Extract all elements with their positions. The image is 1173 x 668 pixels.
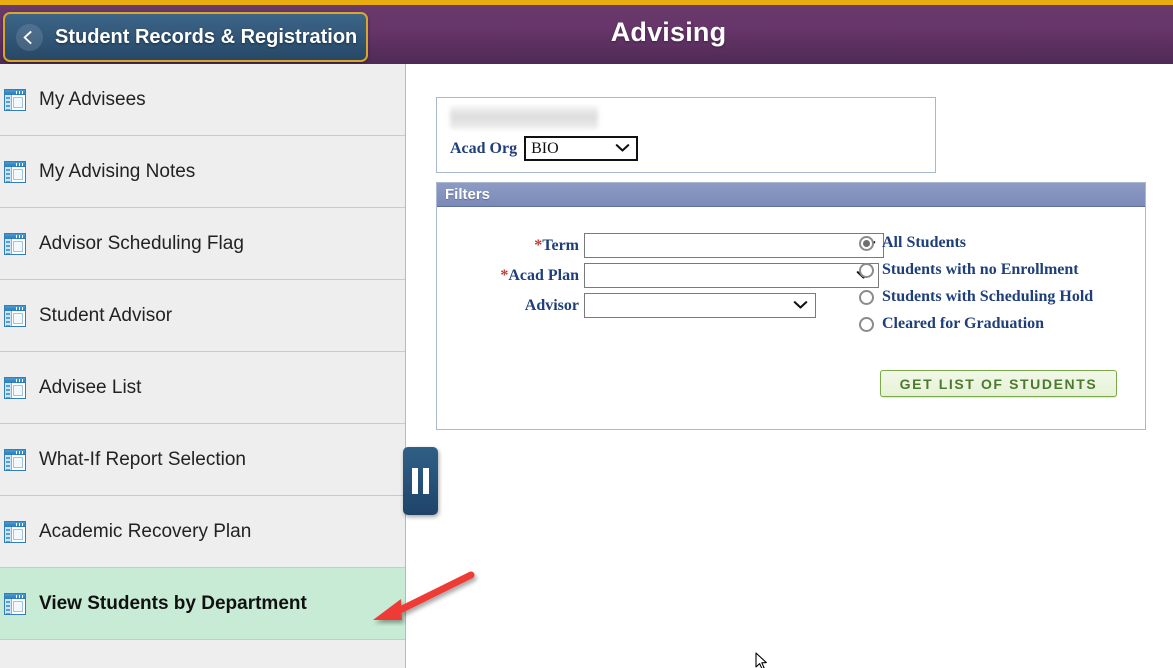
sidebar-item-view-students-by-department[interactable]: View Students by Department (0, 568, 405, 640)
student-filter-radio-group: All Students Students with no Enrollment… (859, 234, 1093, 342)
sidebar-item-what-if-report-selection[interactable]: What-If Report Selection (0, 424, 405, 496)
sidebar-item-label: My Advising Notes (39, 160, 196, 182)
radio-label: Cleared for Graduation (882, 315, 1045, 332)
acad-plan-select[interactable] (584, 263, 879, 288)
filters-panel-header: Filters (437, 183, 1145, 207)
acad-org-label: Acad Org (450, 139, 518, 157)
window-form-icon (4, 592, 26, 615)
sidebar-item-my-advisees[interactable]: My Advisees (0, 64, 405, 136)
sidebar-item-advisor-scheduling-flag[interactable]: Advisor Scheduling Flag (0, 208, 405, 280)
sidebar-item-academic-recovery-plan[interactable]: Academic Recovery Plan (0, 496, 405, 568)
term-label: *Term (534, 236, 579, 254)
advisor-field-row: Advisor (472, 293, 816, 318)
radio-students-with-scheduling-hold[interactable]: Students with Scheduling Hold (859, 288, 1093, 306)
advisor-select[interactable] (584, 293, 816, 318)
window-form-icon (4, 88, 26, 111)
acad-plan-label: *Acad Plan (500, 266, 579, 284)
window-form-icon (4, 160, 26, 183)
chevron-down-icon (793, 301, 808, 310)
radio-indicator (859, 316, 874, 332)
chevron-left-icon (16, 23, 43, 51)
sidebar-item-label: My Advisees (39, 88, 146, 110)
sidebar-item-label: Student Advisor (39, 304, 173, 326)
radio-students-with-no-enrollment[interactable]: Students with no Enrollment (859, 261, 1093, 279)
window-form-icon (4, 520, 26, 543)
acad-org-value: BIO (531, 139, 559, 157)
main-content: Acad Org BIO Filters *Term *Acad Plan Ad… (407, 64, 1173, 668)
radio-indicator (859, 289, 874, 305)
sidebar-item-label: What-If Report Selection (39, 448, 246, 470)
redacted-name-block (450, 106, 598, 129)
back-button-label: Student Records & Registration (55, 25, 358, 48)
radio-label: Students with no Enrollment (882, 261, 1079, 278)
term-select[interactable] (584, 233, 884, 258)
sidebar-item-label: Academic Recovery Plan (39, 520, 252, 542)
pause-collapse-icon[interactable] (403, 447, 438, 515)
radio-indicator (859, 235, 874, 251)
window-form-icon (4, 448, 26, 471)
filters-panel: Filters *Term *Acad Plan Advisor All Stu… (436, 182, 1146, 430)
advisor-label: Advisor (524, 296, 579, 314)
get-list-of-students-button[interactable]: GET LIST OF STUDENTS (880, 370, 1117, 397)
chevron-down-icon (615, 144, 630, 153)
sidebar-item-label: Advisor Scheduling Flag (39, 232, 244, 254)
acad-org-panel: Acad Org BIO (436, 97, 936, 173)
sidebar[interactable]: My Advisees My Advising Notes Advisor Sc… (0, 64, 406, 668)
term-field-row: *Term (484, 233, 884, 258)
mouse-pointer-icon (755, 652, 768, 668)
filters-body: *Term *Acad Plan Advisor All Students St… (437, 207, 1145, 430)
page-title-text: Advising (610, 17, 727, 47)
acad-org-select[interactable]: BIO (524, 136, 639, 161)
sidebar-item-advisee-list[interactable]: Advisee List (0, 352, 405, 424)
sidebar-item-student-advisor[interactable]: Student Advisor (0, 280, 405, 352)
app-header: Advising Student Records & Registration (0, 0, 1173, 64)
acad-plan-field-row: *Acad Plan (444, 263, 879, 288)
radio-indicator (859, 262, 874, 278)
radio-cleared-for-graduation[interactable]: Cleared for Graduation (859, 315, 1093, 333)
window-form-icon (4, 376, 26, 399)
sidebar-item-next-partial[interactable] (0, 640, 405, 663)
filters-title: Filters (445, 186, 491, 203)
sidebar-item-my-advising-notes[interactable]: My Advising Notes (0, 136, 405, 208)
sidebar-item-label: View Students by Department (39, 592, 307, 614)
red-arrow-annotation (360, 568, 480, 631)
back-button[interactable]: Student Records & Registration (3, 12, 368, 62)
sidebar-item-label: Advisee List (39, 376, 142, 398)
app-root: Advising Student Records & Registration … (0, 0, 1173, 668)
window-form-icon (4, 232, 26, 255)
acad-org-row: Acad Org BIO (450, 136, 639, 161)
radio-label: All Students (882, 234, 967, 251)
radio-all-students[interactable]: All Students (859, 234, 1093, 252)
window-form-icon (4, 304, 26, 327)
radio-label: Students with Scheduling Hold (882, 288, 1094, 305)
